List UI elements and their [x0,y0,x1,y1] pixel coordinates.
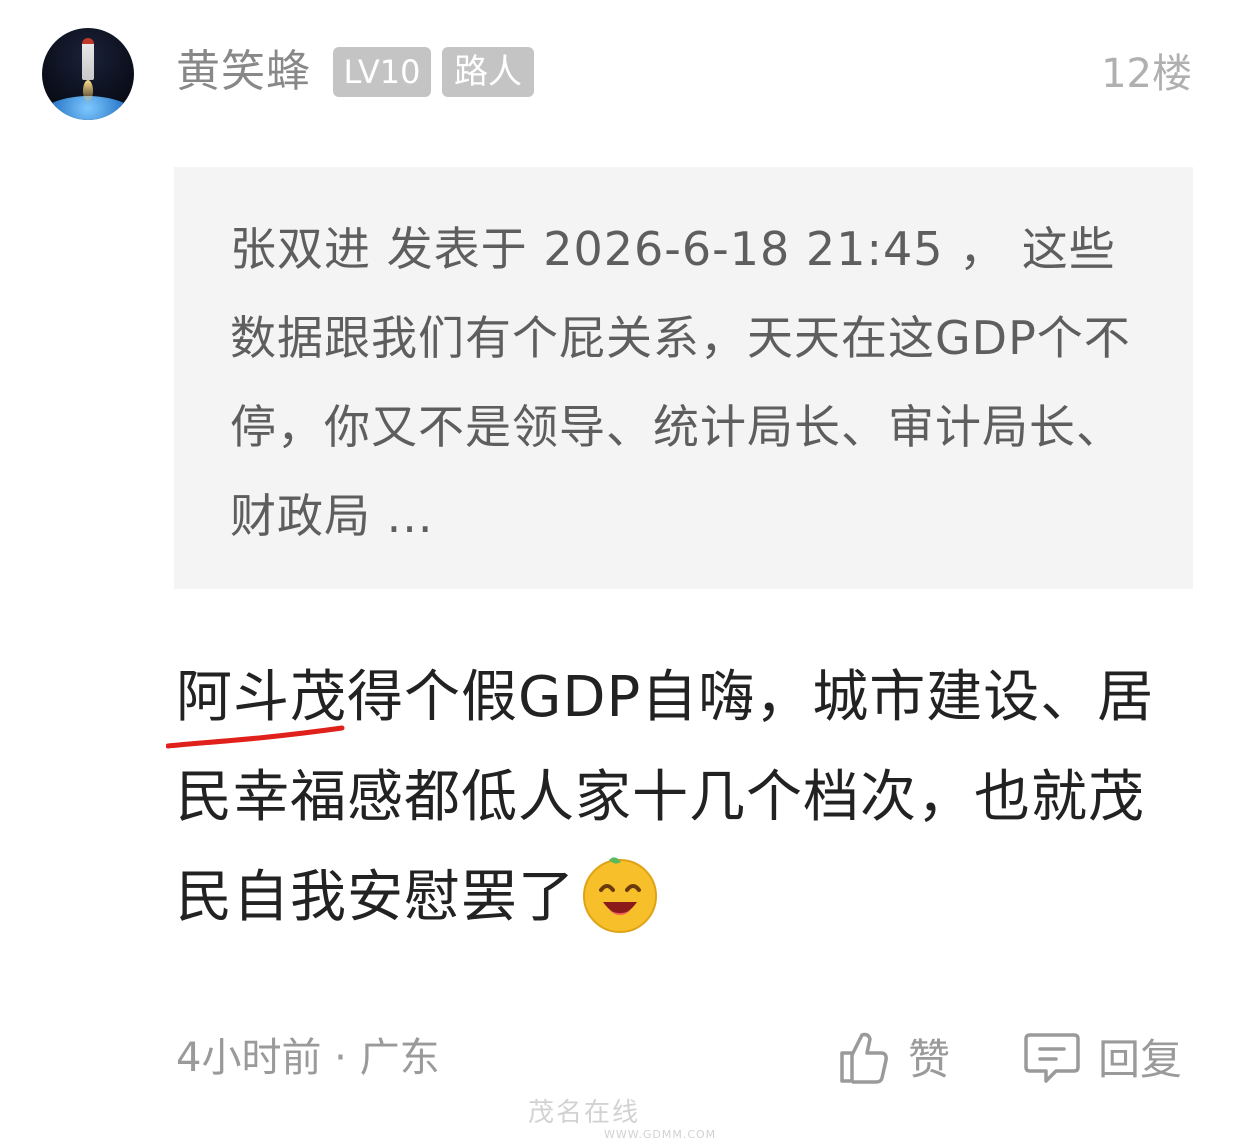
floor-number: 12楼 [1101,51,1192,97]
thumbs-up-icon [840,1032,888,1084]
comment-text: 阿斗茂得个假GDP自嗨，城市建设、居民幸福感都低人家十几个档次，也就茂民自我安慰… [176,665,1155,930]
hand-drawn-underline [166,725,345,749]
username[interactable]: 黄笑蜂 [176,42,311,102]
role-badge: 路人 [442,47,534,97]
comment-body: 阿斗茂得个假GDP自嗨，城市建设、居民幸福感都低人家十几个档次，也就茂民自我安慰… [176,648,1166,948]
quoted-post[interactable]: 张双进 发表于 2026-6-18 21:45 ， 这些数据跟我们有个屁关系，天… [174,167,1193,589]
grinning-emoji-icon [579,852,661,934]
time-location: 4小时前 · 广东 [176,1035,440,1081]
level-badge: LV10 [333,47,431,97]
reply-button[interactable]: 回复 [1024,1026,1182,1087]
reply-label: 回复 [1098,1035,1183,1084]
comment-bubble-icon [1024,1032,1080,1083]
avatar-flame [83,80,93,102]
watermark-url: WWW.GDMM.COM [604,1128,717,1141]
quoted-text: 张双进 发表于 2026-6-18 21:45 ， 这些数据跟我们有个屁关系，天… [230,222,1131,543]
avatar-rocket [82,38,94,80]
like-label: 赞 [908,1035,951,1084]
watermark-logo: 茂名在线 [528,1098,641,1128]
like-button[interactable]: 赞 [838,1026,950,1087]
user-avatar[interactable] [42,28,134,120]
